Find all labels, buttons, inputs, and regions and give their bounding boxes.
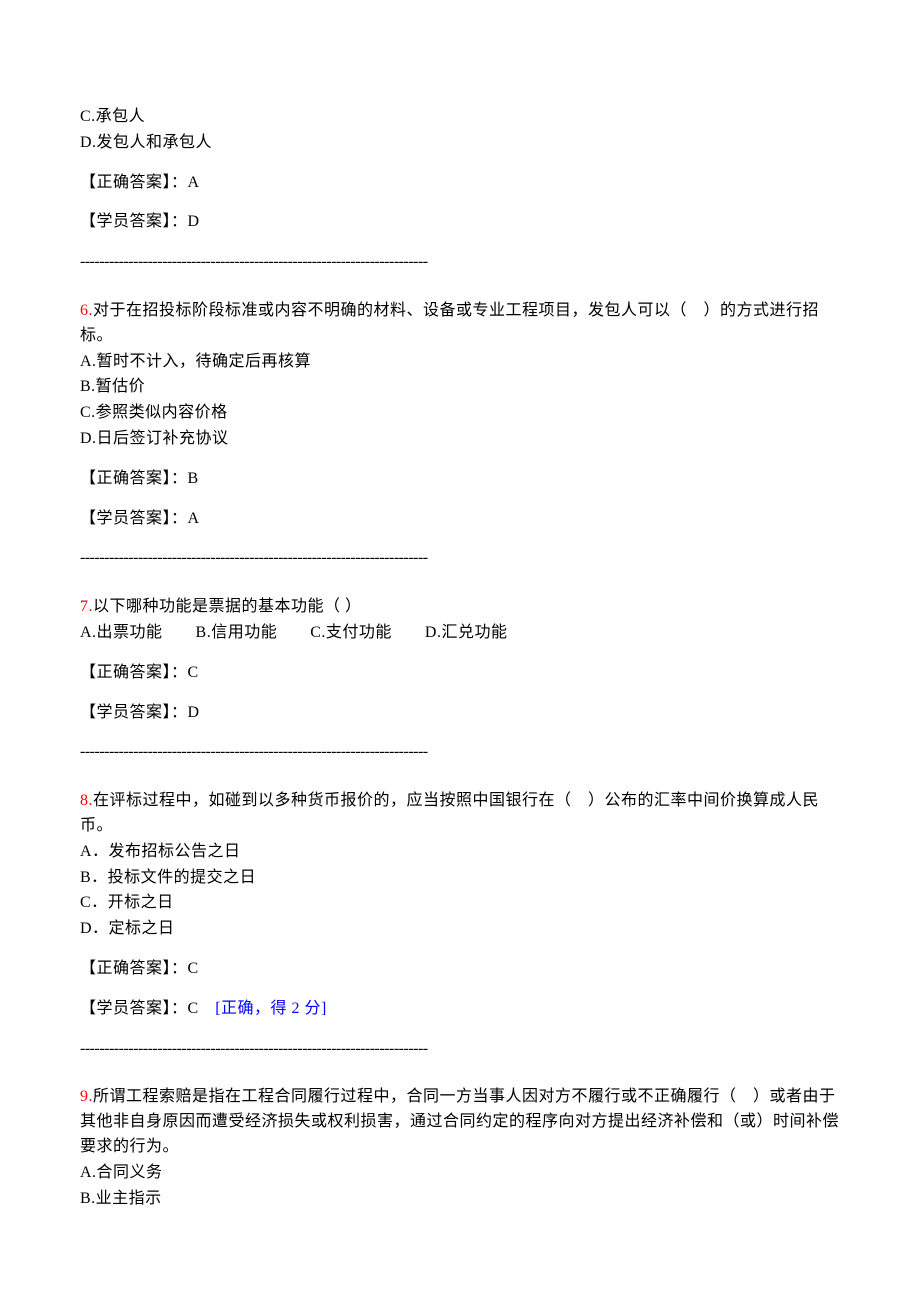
q6-option-d: D.日后签订补充协议 (80, 427, 840, 452)
q5-option-d: D.发包人和承包人 (80, 131, 840, 156)
q8-option-c: C．开标之日 (80, 891, 840, 916)
q8-correct-answer: 【正确答案】：C (80, 957, 840, 982)
q9-text-line: 9.所谓工程索赔是指在工程合同履行过程中，合同一方当事人因对方不履行或不正确履行… (80, 1085, 840, 1159)
q8-correct-mark: [正确，得 2 分] (215, 1000, 327, 1017)
q6-option-b: B.暂估价 (80, 375, 840, 400)
q6-text: 对于在招投标阶段标准或内容不明确的材料、设备或专业工程项目，发包人可以（ ）的方… (80, 302, 819, 344)
q8-text: 在评标过程中，如碰到以多种货币报价的，应当按照中国银行在（ ）公布的汇率中间价换… (80, 792, 819, 834)
q5-correct-answer: 【正确答案】：A (80, 171, 840, 196)
q9-text: 所谓工程索赔是指在工程合同履行过程中，合同一方当事人因对方不履行或不正确履行（ … (80, 1088, 839, 1155)
q6-number: 6. (80, 302, 93, 319)
question-6: 6.对于在招投标阶段标准或内容不明确的材料、设备或专业工程项目，发包人可以（ ）… (80, 299, 840, 531)
q7-number: 7. (80, 598, 93, 615)
q9-option-b: B.业主指示 (80, 1187, 840, 1212)
separator: ----------------------------------------… (80, 546, 840, 571)
question-7: 7.以下哪种功能是票据的基本功能（ ） A.出票功能 B.信用功能 C.支付功能… (80, 595, 840, 725)
q8-option-d: D．定标之日 (80, 917, 840, 942)
q8-option-a: A．发布招标公告之日 (80, 840, 840, 865)
q6-option-a: A.暂时不计入，待确定后再核算 (80, 350, 840, 375)
q5-student-answer: 【学员答案】：D (80, 210, 840, 235)
q8-number: 8. (80, 792, 93, 809)
q6-correct-answer: 【正确答案】：B (80, 467, 840, 492)
q6-option-c: C.参照类似内容价格 (80, 401, 840, 426)
q6-student-answer: 【学员答案】：A (80, 507, 840, 532)
q5-option-c: C.承包人 (80, 105, 840, 130)
q7-student-answer: 【学员答案】：D (80, 701, 840, 726)
separator: ----------------------------------------… (80, 1037, 840, 1062)
q7-correct-answer: 【正确答案】：C (80, 661, 840, 686)
separator: ----------------------------------------… (80, 250, 840, 275)
separator: ----------------------------------------… (80, 740, 840, 765)
q7-options: A.出票功能 B.信用功能 C.支付功能 D.汇兑功能 (80, 621, 840, 646)
q8-option-b: B．投标文件的提交之日 (80, 866, 840, 891)
q9-option-a: A.合同义务 (80, 1161, 840, 1186)
q7-text: 以下哪种功能是票据的基本功能（ ） (93, 598, 362, 615)
question-5-tail: C.承包人 D.发包人和承包人 【正确答案】：A 【学员答案】：D (80, 105, 840, 235)
question-9: 9.所谓工程索赔是指在工程合同履行过程中，合同一方当事人因对方不履行或不正确履行… (80, 1085, 840, 1211)
q9-number: 9. (80, 1088, 93, 1105)
q6-text-line: 6.对于在招投标阶段标准或内容不明确的材料、设备或专业工程项目，发包人可以（ ）… (80, 299, 840, 349)
q8-student-answer: 【学员答案】：C (80, 1000, 215, 1017)
q8-text-line: 8.在评标过程中，如碰到以多种货币报价的，应当按照中国银行在（ ）公布的汇率中间… (80, 789, 840, 839)
q8-student-answer-line: 【学员答案】：C [正确，得 2 分] (80, 997, 840, 1022)
q7-text-line: 7.以下哪种功能是票据的基本功能（ ） (80, 595, 840, 620)
question-8: 8.在评标过程中，如碰到以多种货币报价的，应当按照中国银行在（ ）公布的汇率中间… (80, 789, 840, 1021)
